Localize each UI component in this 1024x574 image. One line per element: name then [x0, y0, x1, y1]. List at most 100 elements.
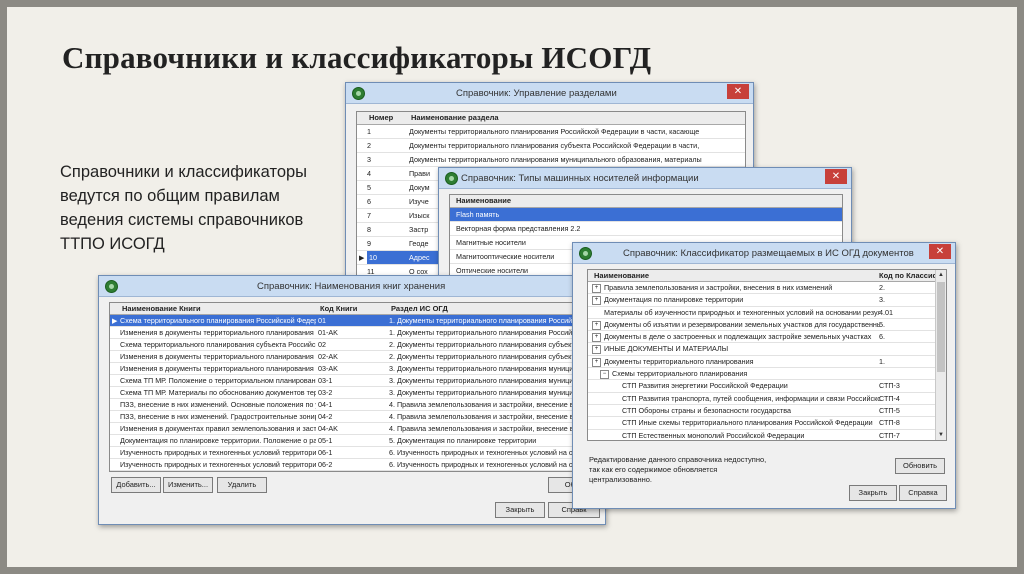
delete-button[interactable]: Удалить: [217, 477, 267, 493]
book-code: 05-1: [318, 436, 333, 445]
media-name: Flash память: [456, 210, 500, 219]
tree-item[interactable]: + Документы в деле о застроенных и подлеж…: [588, 331, 946, 344]
slide-description: Справочники и классификаторы ведутся по …: [60, 160, 330, 256]
section-number: 6: [367, 197, 371, 206]
table-row[interactable]: Изученность природных и техногенных усло…: [110, 459, 596, 471]
close-icon[interactable]: ✕: [727, 84, 749, 99]
col-section-name[interactable]: Наименование раздела: [411, 113, 499, 122]
section-number: 10: [367, 251, 409, 264]
table-row[interactable]: Изменения в документы территориального п…: [110, 363, 596, 375]
classifier-scrollbar[interactable]: ▲ ▼: [935, 270, 946, 440]
section-number: 9: [367, 239, 371, 248]
edit-button[interactable]: Изменить...: [163, 477, 213, 493]
table-row[interactable]: 3 Документы территориального планирования…: [357, 153, 745, 167]
section-name: Документы территориального планирования …: [409, 141, 700, 150]
book-name: Схема территориального планирования Росс…: [120, 316, 316, 325]
close-button[interactable]: Закрыть: [495, 502, 545, 518]
tree-item[interactable]: СТП Развития транспорта, путей сообщения…: [588, 393, 946, 405]
table-row[interactable]: Изменения в документах правил землепольз…: [110, 423, 596, 435]
classifier-name: Схемы территориального планирования: [612, 369, 748, 379]
media-titlebar[interactable]: Справочник: Типы машинных носителей инфо…: [439, 168, 851, 189]
tree-item[interactable]: СТП Развития энергетики Российской Федер…: [588, 380, 946, 393]
scroll-thumb[interactable]: [937, 282, 945, 372]
book-code: 03-AK: [318, 364, 338, 373]
col-number[interactable]: Номер: [369, 113, 393, 122]
scroll-down-icon[interactable]: ▼: [936, 430, 946, 440]
table-row[interactable]: ПЗЗ, внесение в них изменений. Градостро…: [110, 411, 596, 423]
book-code: 03-2: [318, 388, 333, 397]
tree-item[interactable]: Материалы об изученности природных и тех…: [588, 307, 946, 319]
expand-icon[interactable]: +: [592, 284, 601, 293]
table-row[interactable]: Изменения в документы территориального п…: [110, 327, 596, 339]
table-row[interactable]: Схема ТП МР. Положение о территориальном…: [110, 375, 596, 387]
book-section: 6. Изученность природных и техногенных у…: [389, 448, 585, 457]
book-code: 04-2: [318, 412, 333, 421]
books-titlebar[interactable]: Справочник: Наименования книг хранения ✕: [99, 276, 605, 297]
books-rows: ▶ Схема территориального планирования Рос…: [110, 315, 596, 472]
description-line: Справочники и классификаторы: [60, 163, 308, 181]
table-row[interactable]: Документация по планировке территории. П…: [110, 435, 596, 447]
col-book-section[interactable]: Раздел ИС ОГД: [391, 304, 448, 313]
classifier-code: СТП-3: [879, 381, 900, 391]
classifier-name: СТП Обороны страны и безопасности госуда…: [622, 405, 792, 415]
expand-icon[interactable]: +: [592, 357, 601, 367]
classifier-code: СТП-7: [879, 430, 900, 440]
book-name: Схема территориального планирования субъ…: [120, 340, 316, 349]
tree-item[interactable]: СТП Обороны страны и безопасности госуда…: [588, 405, 946, 418]
expand-icon[interactable]: +: [592, 345, 601, 355]
tree-item[interactable]: + ИНЫЕ ДОКУМЕНТЫ И МАТЕРИАЛЫ: [588, 343, 946, 356]
close-icon[interactable]: ✕: [929, 244, 951, 259]
expand-icon[interactable]: +: [592, 296, 601, 306]
classifier-window: Справочник: Классификатор размещаемых в …: [572, 242, 956, 509]
sections-header: Номер Наименование раздела: [357, 112, 745, 125]
table-row[interactable]: ▶ Схема территориального планирования Рос…: [110, 315, 596, 327]
classifier-code: 6.: [879, 332, 885, 342]
section-name: Документы территориального планирования …: [409, 127, 700, 136]
add-button[interactable]: Добавить...: [111, 477, 161, 493]
table-row[interactable]: Схема территориального планирования субъ…: [110, 339, 596, 351]
col-classifier-name[interactable]: Наименование: [594, 271, 649, 280]
table-row[interactable]: Изученность природных и техногенных усло…: [110, 471, 596, 472]
close-button[interactable]: Закрыть: [849, 485, 897, 501]
media-name: Векторная форма представления 2.2: [456, 224, 581, 233]
tree-item[interactable]: СТП Естественных монополий Российской Фе…: [588, 430, 946, 440]
classifier-rows: + Правила землепользования и застройки, в…: [588, 282, 946, 440]
col-book-code[interactable]: Код Книги: [320, 304, 357, 313]
books-window: Справочник: Наименования книг хранения ✕…: [98, 275, 606, 525]
help-button[interactable]: Справка: [899, 485, 947, 501]
table-row[interactable]: Схема ТП МР. Материалы по обоснованию до…: [110, 387, 596, 399]
section-number: 2: [367, 141, 371, 150]
close-icon[interactable]: ✕: [825, 169, 847, 184]
section-number: 5: [367, 183, 371, 192]
list-item[interactable]: Flash память: [450, 208, 842, 222]
list-item[interactable]: Векторная форма представления 2.2: [450, 222, 842, 236]
expand-icon[interactable]: +: [592, 333, 601, 343]
book-section: 2. Документы территориального планирован…: [389, 340, 579, 349]
col-media-name[interactable]: Наименование: [456, 196, 511, 205]
table-row[interactable]: Изученность природных и техногенных усло…: [110, 447, 596, 459]
expand-icon[interactable]: +: [592, 320, 601, 330]
table-row[interactable]: 1 Документы территориального планирования…: [357, 125, 745, 139]
tree-item[interactable]: + Правила землепользования и застройки, в…: [588, 282, 946, 295]
section-number: 1: [367, 127, 371, 136]
books-grid: Наименование Книги Код Книги Раздел ИС О…: [109, 302, 597, 472]
tree-item[interactable]: + Документы территориального планирования…: [588, 356, 946, 369]
col-classifier-code[interactable]: Код по Классиф: [879, 271, 939, 280]
scroll-up-icon[interactable]: ▲: [936, 270, 946, 280]
table-row[interactable]: ПЗЗ, внесение в них изменений. Основные …: [110, 399, 596, 411]
classifier-code: 4.01: [879, 307, 893, 317]
classifier-code: СТП-5: [879, 405, 900, 415]
tree-item[interactable]: − Схемы территориального планирования: [588, 368, 946, 381]
tree-item[interactable]: + Документы об изъятии и резервировании з…: [588, 319, 946, 332]
classifier-titlebar[interactable]: Справочник: Классификатор размещаемых в …: [573, 243, 955, 264]
books-title: Справочник: Наименования книг хранения: [257, 281, 446, 292]
table-row[interactable]: Изменения в документы территориального п…: [110, 351, 596, 363]
classifier-title: Справочник: Классификатор размещаемых в …: [623, 248, 914, 259]
tree-item[interactable]: СТП Иные схемы территориального планиров…: [588, 417, 946, 430]
col-book-name[interactable]: Наименование Книги: [122, 304, 201, 313]
table-row[interactable]: 2 Документы территориального планирования…: [357, 139, 745, 153]
refresh-button[interactable]: Обновить: [895, 458, 945, 474]
tree-item[interactable]: + Документация по планировке территории 3.: [588, 294, 946, 307]
sections-titlebar[interactable]: Справочник: Управление разделами ✕: [346, 83, 753, 104]
collapse-icon[interactable]: −: [600, 370, 609, 380]
